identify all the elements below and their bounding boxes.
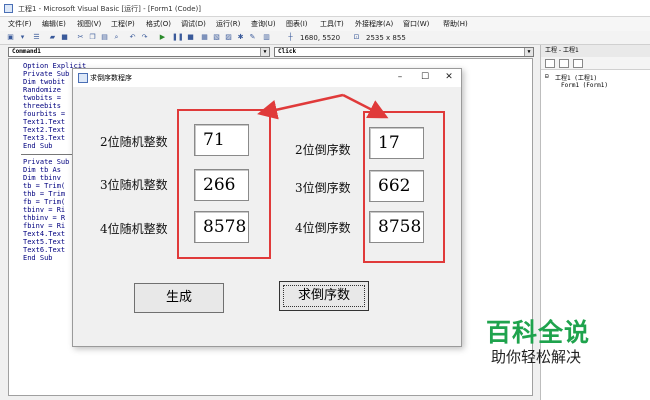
maximize-icon[interactable]: ☐: [418, 71, 432, 84]
menu-debug[interactable]: 调试(D): [181, 19, 206, 29]
code-line: tbinv = Ri: [23, 206, 66, 214]
watermark-slogan: 助你轻松解决: [491, 348, 582, 366]
save-icon[interactable]: ■: [60, 33, 69, 42]
code-line: thb = Trim: [23, 190, 66, 198]
watermark-brand: 百科全说: [486, 318, 591, 347]
menu-run[interactable]: 运行(R): [216, 19, 240, 29]
code-line: fb = Trim(: [23, 198, 66, 206]
chevron-down-icon[interactable]: ▼: [260, 48, 269, 56]
tree-toggle-icon[interactable]: ⊟: [545, 73, 549, 80]
code-line: Randomize: [23, 86, 61, 94]
code-line: Text2.Text: [23, 126, 66, 134]
code-line: Dim tb As: [23, 166, 61, 174]
code-line: Dim twobit: [23, 78, 66, 86]
code-line: Text1.Text: [23, 118, 66, 126]
view-object-icon[interactable]: [559, 59, 569, 68]
object-combo[interactable]: Command1 ▼: [8, 47, 270, 57]
vb-app-icon: [4, 4, 13, 13]
procedure-combo-value: Click: [278, 48, 297, 55]
break-icon[interactable]: ❚❚: [172, 33, 184, 42]
label-2digit-random: 2位随机整数: [100, 135, 168, 149]
label-2digit-reverse: 2位倒序数: [295, 143, 351, 157]
redo-icon[interactable]: ↷: [140, 33, 149, 42]
menu-help[interactable]: 帮助(H): [443, 19, 468, 29]
annotation-box-left: [177, 109, 271, 259]
procedure-combo[interactable]: Click ▼: [274, 47, 534, 57]
code-line: fourbits =: [23, 110, 66, 118]
add-project-icon[interactable]: ▣: [6, 33, 15, 42]
menu-query[interactable]: 查询(U): [251, 19, 276, 29]
code-line: Text5.Text: [23, 238, 66, 246]
project-explorer-toolbar: [541, 57, 650, 70]
menu-diagram[interactable]: 图表(I): [286, 19, 308, 29]
project-explorer-icon[interactable]: ▦: [200, 33, 209, 42]
form-icon: [78, 73, 88, 83]
view-code-icon[interactable]: [545, 59, 555, 68]
reverse-button[interactable]: 求倒序数: [279, 281, 369, 311]
standard-toolbar: ▣ ▾ ☰ ▰ ■ ✂ ❐ ▤ ⌕ ↶ ↷ ▶ ❚❚ ■ ▦ ▧ ▨ ✱ ✎ ▥…: [0, 31, 650, 45]
reverse-number-dialog: 求倒序数程序 – ☐ ✕ 2位随机整数 3位随机整数 4位随机整数 71 266…: [72, 68, 462, 347]
size-readout: 2535 x 855: [366, 34, 406, 42]
start-icon[interactable]: ▶: [158, 33, 167, 42]
menu-project[interactable]: 工程(P): [111, 19, 135, 29]
add-form-icon[interactable]: ▾: [18, 33, 27, 42]
label-4digit-random: 4位随机整数: [100, 222, 168, 236]
code-line: Text3.Text: [23, 134, 66, 142]
dialog-title: 求倒序数程序: [90, 74, 132, 82]
undo-icon[interactable]: ↶: [128, 33, 137, 42]
toolbox-icon[interactable]: ✎: [248, 33, 257, 42]
ide-window-title: 工程1 - Microsoft Visual Basic [运行] - [For…: [18, 5, 201, 13]
menu-bar: 文件(F) 编辑(E) 视图(V) 工程(P) 格式(O) 调试(D) 运行(R…: [0, 17, 650, 31]
code-line: End Sub: [23, 254, 53, 262]
code-line: Dim tbinv: [23, 174, 61, 182]
generate-button[interactable]: 生成: [134, 283, 224, 313]
code-line: Private Sub: [23, 158, 70, 166]
position-icon: ┼: [288, 33, 293, 41]
tree-item-form1[interactable]: Form1 (Form1): [561, 82, 608, 89]
code-line: Text6.Text: [23, 246, 66, 254]
label-4digit-reverse: 4位倒序数: [295, 221, 351, 235]
menu-addins[interactable]: 外接程序(A): [355, 19, 393, 29]
code-line: Private Sub: [23, 70, 70, 78]
size-icon: ⊡: [353, 33, 360, 41]
toggle-folders-icon[interactable]: [573, 59, 583, 68]
code-line: tb = Trim(: [23, 182, 66, 190]
close-icon[interactable]: ✕: [442, 71, 456, 84]
menu-format[interactable]: 格式(O): [146, 19, 171, 29]
find-icon[interactable]: ⌕: [112, 33, 121, 42]
open-icon[interactable]: ▰: [48, 33, 57, 42]
object-combo-value: Command1: [12, 48, 41, 55]
cut-icon[interactable]: ✂: [76, 33, 85, 42]
code-line: End Sub: [23, 142, 53, 150]
code-line: threebits: [23, 102, 61, 110]
menu-edit[interactable]: 编辑(E): [42, 19, 66, 29]
annotation-box-right: [363, 111, 445, 263]
data-view-icon[interactable]: ▥: [262, 33, 271, 42]
menu-tools[interactable]: 工具(T): [320, 19, 344, 29]
copy-icon[interactable]: ❐: [88, 33, 97, 42]
label-3digit-reverse: 3位倒序数: [295, 181, 351, 195]
code-line: Text4.Text: [23, 230, 66, 238]
minimize-icon[interactable]: –: [393, 71, 407, 84]
menu-view[interactable]: 视图(V): [77, 19, 101, 29]
chevron-down-icon[interactable]: ▼: [524, 48, 533, 56]
tree-item-project[interactable]: 工程1 (工程1): [555, 73, 597, 82]
project-explorer-title: 工程 - 工程1: [541, 45, 650, 57]
end-icon[interactable]: ■: [186, 33, 195, 42]
position-readout: 1680, 5520: [300, 34, 341, 42]
dialog-title-bar: 求倒序数程序 – ☐ ✕: [73, 69, 461, 87]
code-line: twobits =: [23, 94, 61, 102]
properties-icon[interactable]: ▧: [212, 33, 221, 42]
label-3digit-random: 3位随机整数: [100, 178, 168, 192]
paste-icon[interactable]: ▤: [100, 33, 109, 42]
code-line: fbinv = Ri: [23, 222, 66, 230]
code-line: thbinv = R: [23, 214, 66, 222]
menu-editor-icon[interactable]: ☰: [32, 33, 41, 42]
ide-title-bar: 工程1 - Microsoft Visual Basic [运行] - [For…: [0, 0, 650, 17]
form-layout-icon[interactable]: ▨: [224, 33, 233, 42]
object-browser-icon[interactable]: ✱: [236, 33, 245, 42]
menu-file[interactable]: 文件(F): [8, 19, 32, 29]
menu-window[interactable]: 窗口(W): [403, 19, 429, 29]
